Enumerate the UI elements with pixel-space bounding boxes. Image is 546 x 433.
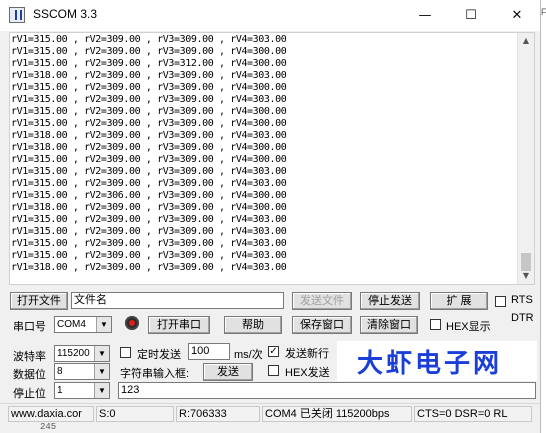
send-text-input[interactable]: 123 <box>118 382 536 399</box>
receive-line: rV1=315.00 , rV2=309.00 , rV3=309.00 , r… <box>11 166 287 177</box>
receive-area[interactable]: rV1=315.00 , rV2=309.00 , rV3=309.00 , r… <box>9 32 535 285</box>
background-text-bottom: 245 <box>40 422 57 432</box>
port-status-indicator-icon <box>125 316 139 330</box>
app-icon <box>9 7 25 23</box>
scroll-up-icon[interactable]: ▲ <box>518 33 534 49</box>
stopbits-label: 停止位 <box>13 388 46 400</box>
status-lines: CTS=0 DSR=0 RL <box>414 406 532 422</box>
scroll-down-icon[interactable]: ▼ <box>518 268 534 284</box>
send-newline-label: 发送新行 <box>285 348 329 360</box>
receive-line: rV1=315.00 , rV2=309.00 , rV3=309.00 , r… <box>11 34 287 45</box>
chevron-down-icon[interactable]: ▼ <box>94 383 109 398</box>
port-select[interactable]: COM4 ▼ <box>54 316 112 333</box>
port-value: COM4 <box>57 319 86 330</box>
receive-line: rV1=315.00 , rV2=306.00 , rV3=309.00 , r… <box>11 190 287 201</box>
receive-line: rV1=318.00 , rV2=309.00 , rV3=309.00 , r… <box>11 70 287 81</box>
rts-label: RTS <box>511 294 533 306</box>
window-title: SSCOM 3.3 <box>33 7 98 21</box>
send-file-button[interactable]: 发送文件 <box>292 292 352 310</box>
baud-select[interactable]: 115200 ▼ <box>54 345 110 362</box>
receive-line: rV1=318.00 , rV2=309.00 , rV3=309.00 , r… <box>11 130 287 141</box>
rts-checkbox[interactable] <box>495 296 506 307</box>
receive-line: rV1=318.00 , rV2=309.00 , rV3=309.00 , r… <box>11 262 287 273</box>
vertical-scrollbar[interactable]: ▲ ▼ <box>517 33 534 284</box>
stopbits-value: 1 <box>57 385 63 396</box>
clear-window-button[interactable]: 清除窗口 <box>360 316 418 334</box>
receive-line: rV1=315.00 , rV2=309.00 , rV3=309.00 , r… <box>11 94 287 105</box>
help-button[interactable]: 帮助 <box>224 316 282 334</box>
stop-send-button[interactable]: 停止发送 <box>360 292 420 310</box>
brand-logo-text: 大虾电子网 <box>357 349 503 379</box>
send-newline-checkbox[interactable]: ✓ <box>268 346 279 357</box>
receive-line: rV1=315.00 , rV2=309.00 , rV3=309.00 , r… <box>11 226 287 237</box>
title-bar: SSCOM 3.3 — ☐ ✕ <box>0 0 540 31</box>
interval-field[interactable]: 100 <box>188 343 230 360</box>
baud-value: 115200 <box>57 348 90 359</box>
timed-send-label: 定时发送 <box>137 349 181 361</box>
databits-select[interactable]: 8 ▼ <box>54 363 110 380</box>
expand-button[interactable]: 扩 展 <box>430 292 488 310</box>
hex-display-label: HEX显示 <box>446 321 491 333</box>
minimize-button[interactable]: — <box>402 0 448 31</box>
receive-line: rV1=315.00 , rV2=309.00 , rV3=309.00 , r… <box>11 106 287 117</box>
chevron-down-icon[interactable]: ▼ <box>94 346 109 361</box>
receive-line: rV1=315.00 , rV2=309.00 , rV3=309.00 , r… <box>11 178 287 189</box>
receive-line: rV1=318.00 , rV2=309.00 , rV3=309.00 , r… <box>11 202 287 213</box>
string-input-label: 字符串输入框: <box>120 368 190 380</box>
receive-line: rV1=315.00 , rV2=309.00 , rV3=309.00 , r… <box>11 238 287 249</box>
hex-send-label: HEX发送 <box>285 367 330 379</box>
open-port-button[interactable]: 打开串口 <box>148 316 210 334</box>
receive-line: rV1=315.00 , rV2=309.00 , rV3=312.00 , r… <box>11 58 287 69</box>
receive-line: rV1=315.00 , rV2=309.00 , rV3=309.00 , r… <box>11 82 287 93</box>
baud-label: 波特率 <box>13 351 46 363</box>
receive-line: rV1=315.00 , rV2=309.00 , rV3=309.00 , r… <box>11 154 287 165</box>
send-button[interactable]: 发送 <box>203 363 253 381</box>
status-site: www.daxia.cor <box>8 406 94 422</box>
status-port-state: COM4 已关闭 115200bps <box>262 406 412 422</box>
brand-banner: 大虾电子网 <box>337 341 537 381</box>
receive-line: rV1=315.00 , rV2=309.00 , rV3=309.00 , r… <box>11 250 287 261</box>
interval-unit: ms/次 <box>234 349 263 361</box>
status-received: R:706333 <box>176 406 260 422</box>
hex-send-checkbox[interactable] <box>268 365 279 376</box>
status-bar: www.daxia.cor S:0 R:706333 COM4 已关闭 1152… <box>0 403 540 423</box>
dtr-label: DTR <box>511 312 534 324</box>
hex-display-checkbox[interactable] <box>430 319 441 330</box>
maximize-button[interactable]: ☐ <box>448 0 494 31</box>
open-file-button[interactable]: 打开文件 <box>10 292 68 310</box>
port-label: 串口号 <box>13 321 46 333</box>
save-window-button[interactable]: 保存窗口 <box>292 316 352 334</box>
filename-field[interactable]: 文件名 <box>71 292 284 309</box>
timed-send-checkbox[interactable] <box>120 347 131 358</box>
databits-value: 8 <box>57 366 63 377</box>
receive-line: rV1=315.00 , rV2=309.00 , rV3=309.00 , r… <box>11 118 287 129</box>
receive-text: rV1=315.00 , rV2=309.00 , rV3=309.00 , r… <box>11 34 287 274</box>
receive-line: rV1=315.00 , rV2=309.00 , rV3=309.00 , r… <box>11 46 287 57</box>
chevron-down-icon[interactable]: ▼ <box>96 317 111 332</box>
databits-label: 数据位 <box>13 369 46 381</box>
sscom-window: SSCOM 3.3 — ☐ ✕ rV1=315.00 , rV2=309.00 … <box>0 0 540 433</box>
receive-line: rV1=318.00 , rV2=309.00 , rV3=309.00 , r… <box>11 142 287 153</box>
status-sent: S:0 <box>96 406 174 422</box>
background-text-right: F <box>541 7 546 17</box>
stopbits-select[interactable]: 1 ▼ <box>54 382 110 399</box>
receive-line: rV1=315.00 , rV2=309.00 , rV3=309.00 , r… <box>11 214 287 225</box>
chevron-down-icon[interactable]: ▼ <box>94 364 109 379</box>
close-button[interactable]: ✕ <box>494 0 540 31</box>
